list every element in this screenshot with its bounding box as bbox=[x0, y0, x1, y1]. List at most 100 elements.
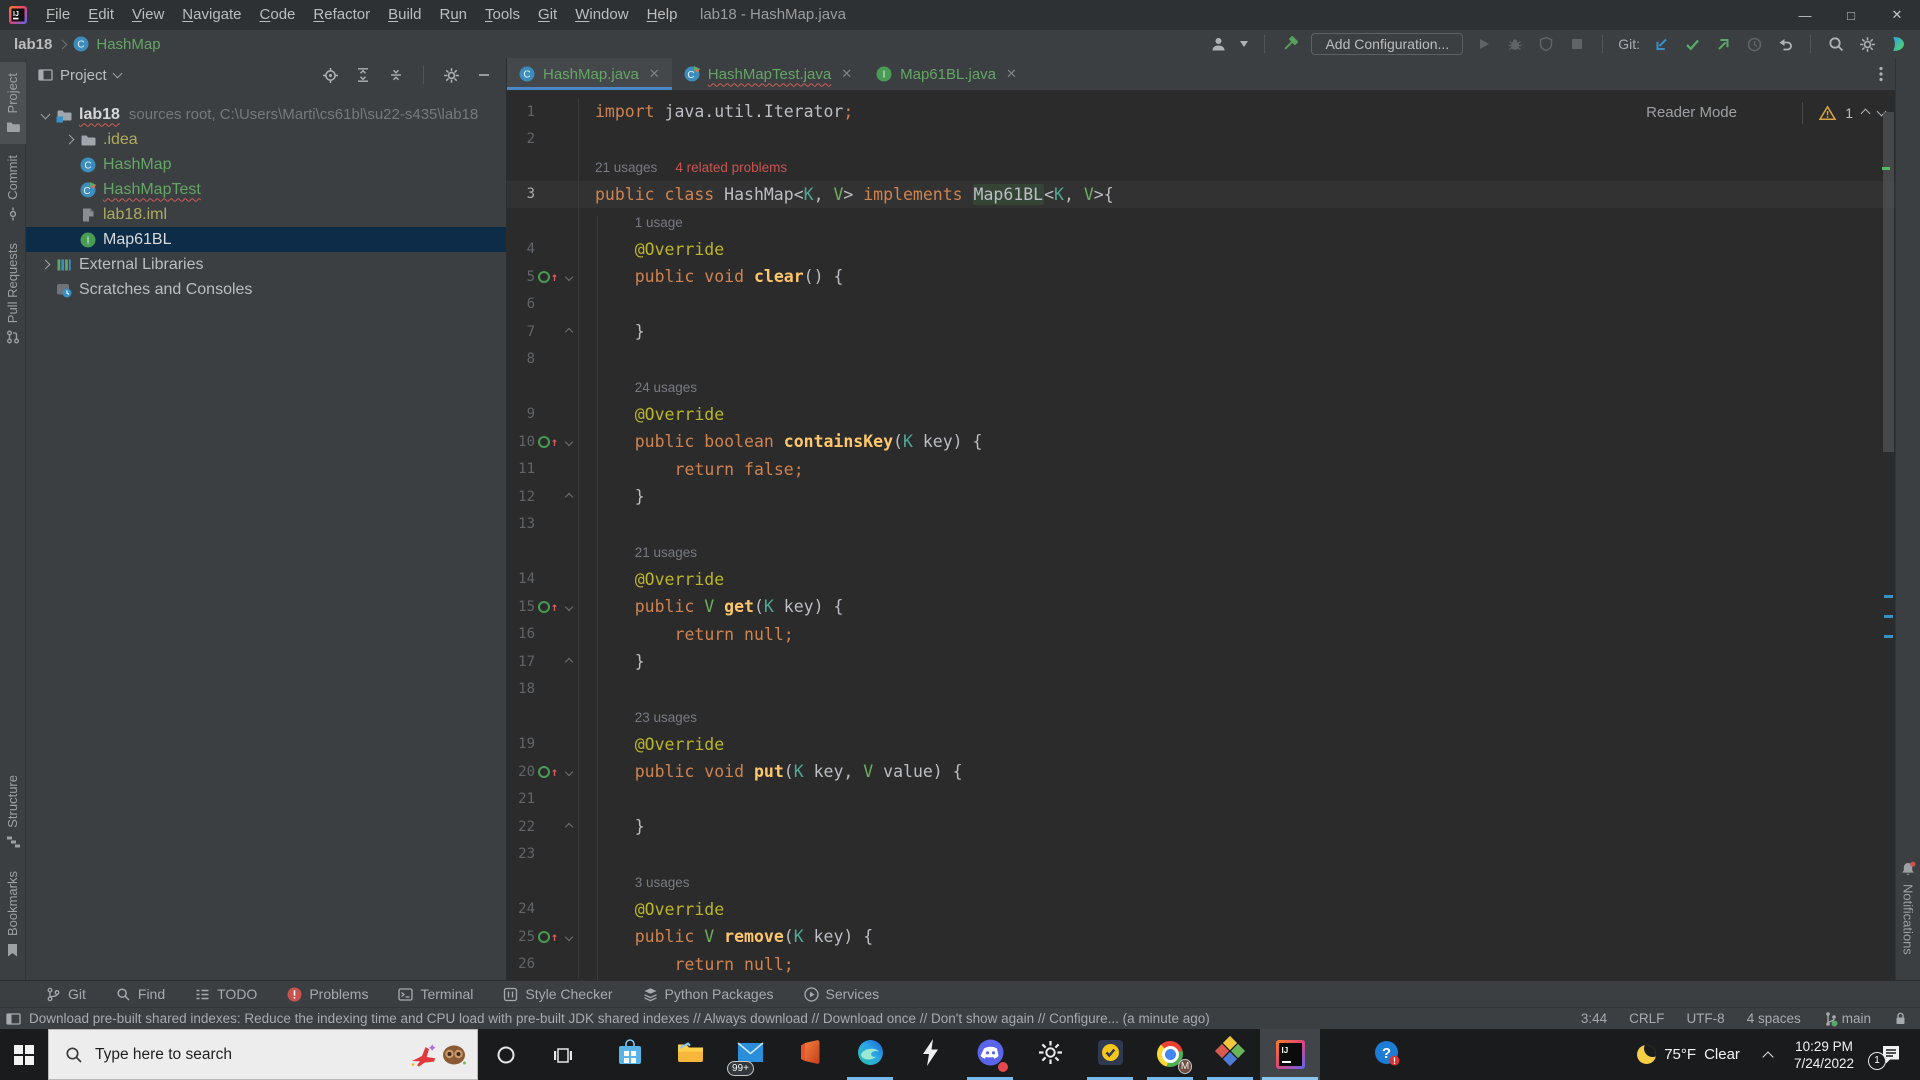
menu-help[interactable]: Help bbox=[638, 0, 687, 30]
related-problems-hint[interactable]: 4 related problems bbox=[675, 160, 787, 175]
tree-item-hashmaptest[interactable]: C HashMapTest bbox=[26, 177, 506, 202]
tab-hashmap-java[interactable]: C HashMap.java ✕ bbox=[507, 58, 672, 90]
coverage-icon[interactable] bbox=[1536, 34, 1556, 54]
code-line[interactable]: 12 } bbox=[507, 483, 1895, 511]
code-line[interactable]: 26 return null; bbox=[507, 950, 1895, 978]
inlay-hint-line[interactable]: 21 usages bbox=[507, 538, 1895, 566]
code-line[interactable]: 5 ↑ public void clear() { bbox=[507, 263, 1895, 291]
status-message[interactable]: Download pre-built shared indexes: Reduc… bbox=[29, 1011, 1210, 1026]
toolwindow-services[interactable]: Services bbox=[803, 986, 879, 1002]
scrollbar-thumb[interactable] bbox=[1883, 112, 1894, 452]
line-number[interactable]: 5 bbox=[507, 269, 535, 285]
code-area[interactable]: 1 import java.util.Iterator; 2 21 usages 4… bbox=[507, 90, 1895, 980]
add-configuration-button[interactable]: Add Configuration... bbox=[1311, 33, 1464, 55]
indent-setting[interactable]: 4 spaces bbox=[1747, 1011, 1801, 1026]
line-number[interactable]: 17 bbox=[507, 654, 535, 670]
code-line[interactable]: 21 bbox=[507, 785, 1895, 813]
menu-git[interactable]: Git bbox=[529, 0, 566, 30]
taskbar-app-explorer[interactable] bbox=[660, 1029, 720, 1080]
line-number[interactable]: 8 bbox=[507, 351, 535, 367]
menu-edit[interactable]: Edit bbox=[79, 0, 123, 30]
hidden-icons-chevron[interactable] bbox=[1762, 1050, 1774, 1063]
fold-marker-icon[interactable] bbox=[564, 822, 574, 831]
line-number[interactable]: 1 bbox=[507, 104, 535, 120]
start-button[interactable] bbox=[0, 1029, 48, 1080]
stop-icon[interactable] bbox=[1567, 34, 1587, 54]
tree-item-map61bl[interactable]: I Map61BL bbox=[26, 227, 506, 252]
line-number[interactable]: 2 bbox=[507, 131, 535, 147]
tool-stripe-project[interactable]: Project bbox=[0, 62, 26, 145]
breadcrumb-project[interactable]: lab18 bbox=[14, 36, 52, 53]
hide-panel-icon[interactable] bbox=[474, 65, 494, 85]
tree-item-lab18-iml[interactable]: lab18.iml bbox=[26, 202, 506, 227]
tree-item-external-libraries[interactable]: External Libraries bbox=[26, 252, 506, 277]
cortana-button[interactable] bbox=[478, 1029, 534, 1080]
tool-stripe-pull-requests[interactable]: Pull Requests bbox=[0, 232, 26, 355]
line-number[interactable]: 26 bbox=[507, 956, 535, 972]
line-number[interactable]: 15 bbox=[507, 599, 535, 615]
tree-item-scratches-and-consoles[interactable]: Scratches and Consoles bbox=[26, 277, 506, 302]
overrides-method-icon[interactable]: ↑ bbox=[537, 600, 558, 613]
line-number[interactable]: 22 bbox=[507, 819, 535, 835]
toolwindow-python-packages[interactable]: Python Packages bbox=[643, 986, 774, 1002]
taskbar-app-diamond[interactable] bbox=[1200, 1029, 1260, 1080]
panel-settings-icon[interactable] bbox=[441, 65, 461, 85]
toolwindow-find[interactable]: Find bbox=[116, 986, 165, 1002]
breadcrumb-class[interactable]: HashMap bbox=[96, 36, 160, 53]
taskbar-app-lightning[interactable] bbox=[900, 1029, 960, 1080]
inlay-hint-line[interactable]: 3 usages bbox=[507, 868, 1895, 896]
usages-hint[interactable]: 1 usage bbox=[635, 215, 683, 230]
taskbar-app-settings[interactable] bbox=[1020, 1029, 1080, 1080]
line-number[interactable]: 12 bbox=[507, 489, 535, 505]
code-line[interactable]: 18 bbox=[507, 675, 1895, 703]
project-panel-title[interactable]: Project bbox=[60, 67, 107, 84]
line-separator[interactable]: CRLF bbox=[1629, 1011, 1664, 1026]
code-line[interactable]: 24 @Override bbox=[507, 895, 1895, 923]
status-panel-icon[interactable] bbox=[6, 1012, 21, 1026]
chevron-down-icon[interactable] bbox=[1239, 34, 1249, 54]
code-line[interactable]: 14 @Override bbox=[507, 565, 1895, 593]
code-line[interactable]: 23 bbox=[507, 840, 1895, 868]
code-line[interactable]: 17 } bbox=[507, 648, 1895, 676]
overrides-method-icon[interactable]: ↑ bbox=[537, 435, 558, 448]
toolwindow-git[interactable]: Git bbox=[46, 986, 86, 1002]
fold-marker-icon[interactable] bbox=[564, 437, 574, 446]
menu-window[interactable]: Window bbox=[566, 0, 637, 30]
select-opened-file-icon[interactable] bbox=[320, 65, 340, 85]
menu-file[interactable]: File bbox=[37, 0, 79, 30]
reader-mode-label[interactable]: Reader Mode bbox=[1646, 104, 1737, 121]
line-number[interactable]: 13 bbox=[507, 516, 535, 532]
code-line[interactable]: 8 bbox=[507, 345, 1895, 373]
code-line[interactable]: 10 ↑ public boolean containsKey(K key) { bbox=[507, 428, 1895, 456]
taskbar-clock[interactable]: 10:29 PM 7/24/2022 bbox=[1794, 1038, 1854, 1072]
gear-icon[interactable] bbox=[1857, 34, 1877, 54]
tree-collapse-icon[interactable] bbox=[40, 109, 50, 120]
taskbar-app-intellij[interactable]: IJ bbox=[1260, 1029, 1320, 1080]
task-view-button[interactable] bbox=[534, 1029, 592, 1080]
overrides-method-icon[interactable]: ↑ bbox=[537, 270, 558, 283]
code-line[interactable]: 7 } bbox=[507, 318, 1895, 346]
git-commit-icon[interactable] bbox=[1682, 34, 1702, 54]
code-line[interactable]: 3 public class HashMap<K, V> implements … bbox=[507, 180, 1895, 208]
debug-icon[interactable] bbox=[1505, 34, 1525, 54]
line-number[interactable]: 24 bbox=[507, 901, 535, 917]
caret-position[interactable]: 3:44 bbox=[1581, 1011, 1607, 1026]
git-push-icon[interactable] bbox=[1713, 34, 1733, 54]
code-with-me-icon[interactable] bbox=[1888, 34, 1908, 54]
toolwindow-todo[interactable]: TODO bbox=[195, 986, 257, 1002]
tab-map61bl-java[interactable]: I Map61BL.java ✕ bbox=[864, 58, 1029, 90]
fold-marker-icon[interactable] bbox=[564, 602, 574, 611]
menu-code[interactable]: Code bbox=[251, 0, 305, 30]
line-number[interactable]: 20 bbox=[507, 764, 535, 780]
editor-scrollbar[interactable] bbox=[1881, 90, 1895, 980]
inlay-hint-line[interactable]: 1 usage bbox=[507, 208, 1895, 236]
rollback-icon[interactable] bbox=[1775, 34, 1795, 54]
code-line[interactable]: 9 @Override bbox=[507, 400, 1895, 428]
code-line[interactable]: 15 ↑ public V get(K key) { bbox=[507, 593, 1895, 621]
close-tab-icon[interactable]: ✕ bbox=[841, 66, 852, 82]
close-tab-icon[interactable]: ✕ bbox=[649, 66, 660, 82]
tree-item--idea[interactable]: .idea bbox=[26, 127, 506, 152]
tool-stripe-commit[interactable]: Commit bbox=[0, 144, 26, 232]
file-encoding[interactable]: UTF-8 bbox=[1686, 1011, 1724, 1026]
taskbar-app-norton[interactable] bbox=[1080, 1029, 1140, 1080]
